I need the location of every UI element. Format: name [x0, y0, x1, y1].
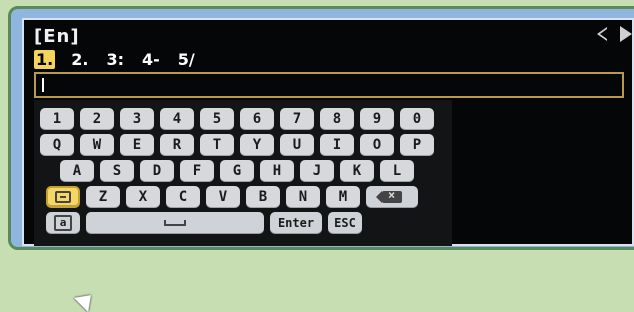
text-input[interactable]: [34, 72, 624, 98]
keyboard-row-actions: a Enter ESC: [46, 212, 362, 234]
key-v[interactable]: V: [206, 186, 240, 208]
key-h[interactable]: H: [260, 160, 294, 182]
keyboard-row-qwerty: Q W E R T Y U I O P: [40, 134, 434, 156]
candidate-2[interactable]: 2.: [69, 50, 90, 69]
triangle-left-icon[interactable]: [597, 26, 610, 42]
candidate-3[interactable]: 3:: [104, 50, 126, 69]
key-a[interactable]: A: [60, 160, 94, 182]
key-1[interactable]: 1: [40, 108, 74, 130]
candidate-list: 1. 2. 3: 4- 5/: [34, 50, 197, 69]
key-4[interactable]: 4: [160, 108, 194, 130]
key-t[interactable]: T: [200, 134, 234, 156]
key-g[interactable]: G: [220, 160, 254, 182]
text-caret: [42, 78, 44, 92]
mouse-pointer-icon: [73, 287, 99, 312]
keyboard-row-bottom: Z X C V B N M: [46, 186, 418, 208]
key-c[interactable]: C: [166, 186, 200, 208]
key-p[interactable]: P: [400, 134, 434, 156]
space-icon: [164, 220, 186, 226]
candidate-1[interactable]: 1.: [34, 50, 56, 69]
key-z[interactable]: Z: [86, 186, 120, 208]
backspace-icon: [376, 188, 402, 203]
language-toggle-key[interactable]: [46, 186, 80, 208]
nav-arrows: [597, 26, 632, 42]
key-7[interactable]: 7: [280, 108, 314, 130]
key-s[interactable]: S: [100, 160, 134, 182]
keyboard-toggle-icon: [55, 191, 71, 203]
key-e[interactable]: E: [120, 134, 154, 156]
key-k[interactable]: K: [340, 160, 374, 182]
key-b[interactable]: B: [246, 186, 280, 208]
esc-key[interactable]: ESC: [328, 212, 362, 234]
key-9[interactable]: 9: [360, 108, 394, 130]
case-icon: a: [54, 215, 72, 231]
key-w[interactable]: W: [80, 134, 114, 156]
key-o[interactable]: O: [360, 134, 394, 156]
key-j[interactable]: J: [300, 160, 334, 182]
key-5[interactable]: 5: [200, 108, 234, 130]
key-i[interactable]: I: [320, 134, 354, 156]
key-x[interactable]: X: [126, 186, 160, 208]
backspace-key[interactable]: [366, 186, 418, 208]
enter-key[interactable]: Enter: [270, 212, 322, 234]
triangle-right-icon[interactable]: [620, 26, 632, 42]
key-8[interactable]: 8: [320, 108, 354, 130]
key-u[interactable]: U: [280, 134, 314, 156]
onscreen-keyboard: 1 2 3 4 5 6 7 8 9 0 Q W E R T Y U I O P …: [34, 100, 452, 312]
candidate-5[interactable]: 5/: [176, 50, 197, 69]
key-m[interactable]: M: [326, 186, 360, 208]
key-d[interactable]: D: [140, 160, 174, 182]
keyboard-row-numbers: 1 2 3 4 5 6 7 8 9 0: [40, 108, 434, 130]
key-0[interactable]: 0: [400, 108, 434, 130]
key-3[interactable]: 3: [120, 108, 154, 130]
candidate-4[interactable]: 4-: [140, 50, 162, 69]
space-key[interactable]: [86, 212, 264, 234]
key-y[interactable]: Y: [240, 134, 274, 156]
screen: [En] 1. 2. 3: 4- 5/ 1 2 3 4 5 6 7 8 9 0 …: [22, 18, 634, 312]
key-2[interactable]: 2: [80, 108, 114, 130]
key-q[interactable]: Q: [40, 134, 74, 156]
key-f[interactable]: F: [180, 160, 214, 182]
key-r[interactable]: R: [160, 134, 194, 156]
key-n[interactable]: N: [286, 186, 320, 208]
case-key[interactable]: a: [46, 212, 80, 234]
key-6[interactable]: 6: [240, 108, 274, 130]
language-indicator: [En]: [34, 26, 80, 47]
key-l[interactable]: L: [380, 160, 414, 182]
keyboard-row-home: A S D F G H J K L: [60, 160, 414, 182]
